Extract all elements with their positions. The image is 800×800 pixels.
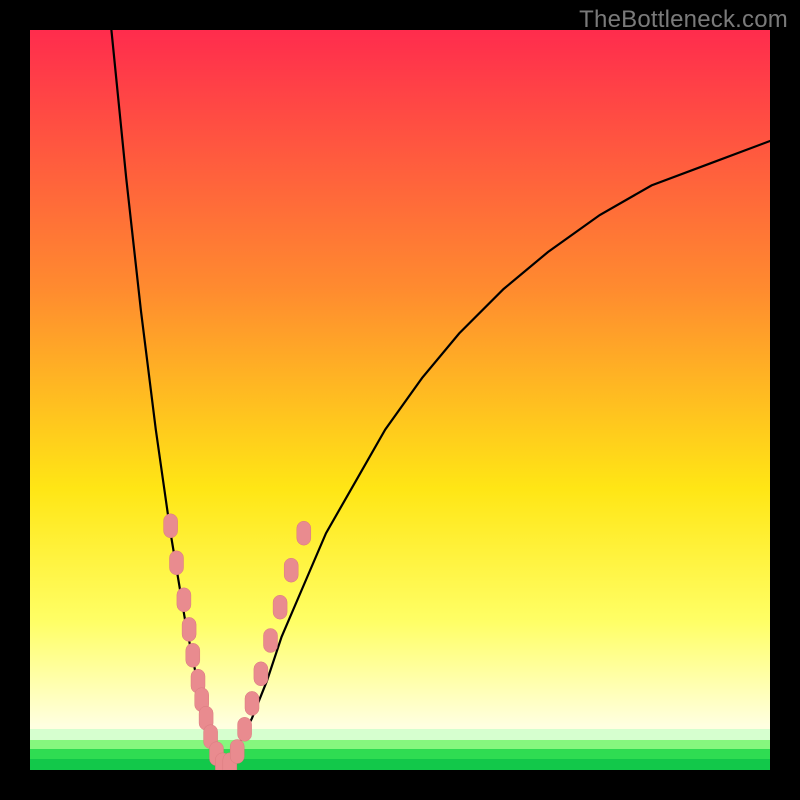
highlight-marker: [273, 595, 287, 619]
highlight-marker: [186, 643, 200, 667]
highlight-marker: [177, 588, 191, 612]
highlight-marker: [254, 662, 268, 686]
highlight-marker: [264, 629, 278, 653]
highlight-marker: [230, 740, 244, 764]
curve-layer: [30, 30, 770, 770]
highlight-marker: [245, 691, 259, 715]
curve-left-curve: [111, 30, 222, 770]
highlight-marker: [284, 558, 298, 582]
watermark-text: TheBottleneck.com: [579, 6, 788, 34]
highlight-marker: [164, 514, 178, 538]
highlight-marker: [170, 551, 184, 575]
curve-right-curve: [222, 141, 770, 770]
highlight-marker: [238, 717, 252, 741]
chart-frame: TheBottleneck.com: [0, 0, 800, 800]
plot-area: [30, 30, 770, 770]
highlight-marker: [182, 617, 196, 641]
highlight-marker: [297, 521, 311, 545]
